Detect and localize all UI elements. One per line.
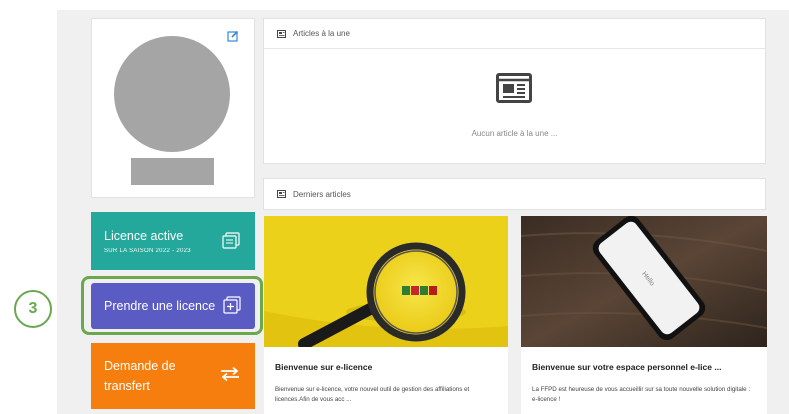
latest-articles-panel: Derniers articles (263, 178, 766, 210)
newspaper-icon (277, 29, 286, 38)
profile-card (91, 18, 255, 198)
step-badge: 3 (14, 290, 52, 328)
avatar[interactable] (114, 36, 230, 152)
featured-articles-panel: Articles à la une Aucun article à la une… (263, 18, 766, 164)
latest-articles-header: Derniers articles (264, 179, 765, 209)
newspaper-icon (496, 73, 532, 103)
demande-transfert-tile[interactable]: Demande de transfert (91, 343, 255, 409)
article-card[interactable]: Bienvenue sur e-licence Bienvenue sur e-… (264, 216, 508, 414)
demande-transfert-label: Demande de transfert (104, 359, 176, 393)
article-image[interactable] (264, 216, 508, 347)
article-excerpt: La FFPD est heureuse de vous accueillir … (532, 386, 751, 403)
article-title[interactable]: Bienvenue sur e-licence (275, 362, 372, 372)
featured-articles-heading: Articles à la une (293, 29, 350, 38)
article-card[interactable]: Hello Bienvenue sur votre espace personn… (521, 216, 767, 414)
step-highlight-ring (81, 276, 263, 335)
edit-icon[interactable] (227, 30, 239, 42)
article-excerpt: Bienvenue sur e-licence, votre nouvel ou… (275, 386, 470, 403)
featured-articles-header: Articles à la une (264, 19, 765, 49)
latest-articles-heading: Derniers articles (293, 189, 351, 199)
article-title[interactable]: Bienvenue sur votre espace personnel e-l… (532, 362, 721, 372)
licence-active-tile[interactable]: Licence active SUR LA SAISON 2022 - 2023 (91, 212, 255, 270)
phone-on-wood-image: Hello (521, 216, 767, 347)
card-stack-icon (222, 232, 240, 249)
transfer-arrows-icon (221, 366, 239, 382)
licence-active-title: Licence active (104, 229, 184, 243)
licence-active-season: SUR LA SAISON 2022 - 2023 (104, 248, 191, 254)
magnifying-glass-image (264, 216, 508, 347)
newspaper-icon (277, 190, 286, 198)
article-image[interactable]: Hello (521, 216, 767, 347)
profile-name-placeholder (131, 158, 214, 185)
featured-empty-message: Aucun article à la une ... (471, 129, 558, 138)
